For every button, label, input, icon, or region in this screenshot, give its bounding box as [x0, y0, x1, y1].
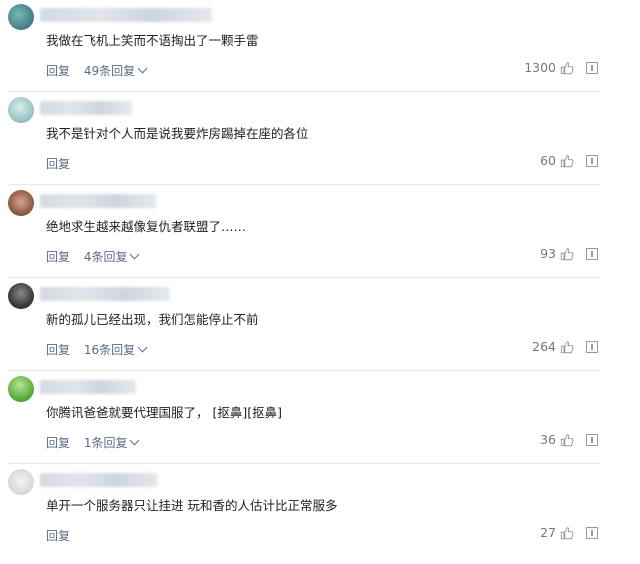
comment-item: 我做在飞机上笑而不语掏出了一颗手雷 回复 49条回复 1300 — [0, 0, 600, 92]
comment-actions: 回复 16条回复 — [46, 341, 148, 358]
replies-count: 4条回复 — [83, 250, 128, 264]
report-icon[interactable] — [586, 527, 598, 539]
comment-item: 我不是针对个人而是说我要炸房踢掉在座的各位 回复 60 — [0, 93, 600, 185]
comment-text: 我做在飞机上笑而不语掏出了一颗手雷 — [46, 33, 259, 48]
comment-item: 绝地求生越来越像复仇者联盟了…… 回复 4条回复 93 — [0, 186, 600, 278]
reply-button[interactable]: 回复 — [46, 529, 70, 543]
like-area: 264 — [532, 339, 574, 354]
avatar[interactable] — [8, 283, 34, 309]
report-icon[interactable] — [586, 155, 598, 167]
replies-count: 1条回复 — [83, 436, 128, 450]
username[interactable] — [40, 473, 158, 487]
reply-button[interactable]: 回复 — [46, 343, 70, 357]
comment-text: 单开一个服务器只让挂进 玩和香的人估计比正常服多 — [46, 498, 338, 513]
chevron-down-icon — [130, 249, 140, 260]
thumbs-up-icon[interactable] — [560, 247, 574, 261]
like-count: 60 — [540, 153, 556, 168]
comment-actions: 回复 — [46, 527, 70, 544]
username[interactable] — [40, 194, 156, 208]
view-replies-button[interactable]: 16条回复 — [83, 342, 148, 357]
like-area: 27 — [540, 525, 574, 540]
replies-count: 16条回复 — [83, 343, 136, 357]
avatar[interactable] — [8, 190, 34, 216]
divider — [8, 370, 600, 371]
report-icon[interactable] — [586, 62, 598, 74]
avatar[interactable] — [8, 4, 34, 30]
divider — [8, 184, 600, 185]
reply-button[interactable]: 回复 — [46, 64, 70, 78]
view-replies-button[interactable]: 1条回复 — [83, 435, 140, 450]
reply-button[interactable]: 回复 — [46, 436, 70, 450]
divider — [8, 91, 600, 92]
like-count: 264 — [532, 339, 556, 354]
like-count: 1300 — [524, 60, 556, 75]
comment-actions: 回复 49条回复 — [46, 62, 148, 79]
comment-actions: 回复 1条回复 — [46, 434, 140, 451]
comment-text: 我不是针对个人而是说我要炸房踢掉在座的各位 — [46, 126, 309, 141]
chevron-down-icon — [130, 435, 140, 446]
comment-text: 绝地求生越来越像复仇者联盟了…… — [46, 219, 247, 234]
comment-actions: 回复 4条回复 — [46, 248, 140, 265]
username[interactable] — [40, 287, 170, 301]
avatar[interactable] — [8, 376, 34, 402]
thumbs-up-icon[interactable] — [560, 433, 574, 447]
report-icon[interactable] — [586, 341, 598, 353]
like-area: 60 — [540, 153, 574, 168]
like-count: 93 — [540, 246, 556, 261]
chevron-down-icon — [137, 342, 148, 353]
comment-text: 你腾讯爸爸就要代理国服了， [抠鼻][抠鼻] — [46, 405, 282, 420]
thumbs-up-icon[interactable] — [560, 61, 574, 75]
divider — [8, 463, 600, 464]
comment-item: 单开一个服务器只让挂进 玩和香的人估计比正常服多 回复 27 — [0, 465, 600, 557]
like-area: 36 — [540, 432, 574, 447]
avatar[interactable] — [8, 469, 34, 495]
username[interactable] — [40, 8, 212, 22]
like-count: 36 — [540, 432, 556, 447]
username[interactable] — [40, 101, 132, 115]
view-replies-button[interactable]: 4条回复 — [83, 249, 140, 264]
report-icon[interactable] — [586, 434, 598, 446]
like-count: 27 — [540, 525, 556, 540]
divider — [8, 277, 600, 278]
replies-count: 49条回复 — [83, 64, 136, 78]
thumbs-up-icon[interactable] — [560, 526, 574, 540]
comment-text: 新的孤儿已经出现，我们怎能停止不前 — [46, 312, 259, 327]
report-icon[interactable] — [586, 248, 598, 260]
view-replies-button[interactable]: 49条回复 — [83, 63, 148, 78]
like-area: 93 — [540, 246, 574, 261]
like-area: 1300 — [524, 60, 574, 75]
thumbs-up-icon[interactable] — [560, 154, 574, 168]
comment-item: 新的孤儿已经出现，我们怎能停止不前 回复 16条回复 264 — [0, 279, 600, 371]
username[interactable] — [40, 380, 136, 394]
avatar[interactable] — [8, 97, 34, 123]
reply-button[interactable]: 回复 — [46, 250, 70, 264]
thumbs-up-icon[interactable] — [560, 340, 574, 354]
chevron-down-icon — [137, 63, 148, 74]
comment-item: 你腾讯爸爸就要代理国服了， [抠鼻][抠鼻] 回复 1条回复 36 — [0, 372, 600, 464]
comment-actions: 回复 — [46, 155, 70, 172]
comment-list: 我做在飞机上笑而不语掏出了一颗手雷 回复 49条回复 1300 我不是针对个人而… — [0, 0, 640, 564]
reply-button[interactable]: 回复 — [46, 157, 70, 171]
